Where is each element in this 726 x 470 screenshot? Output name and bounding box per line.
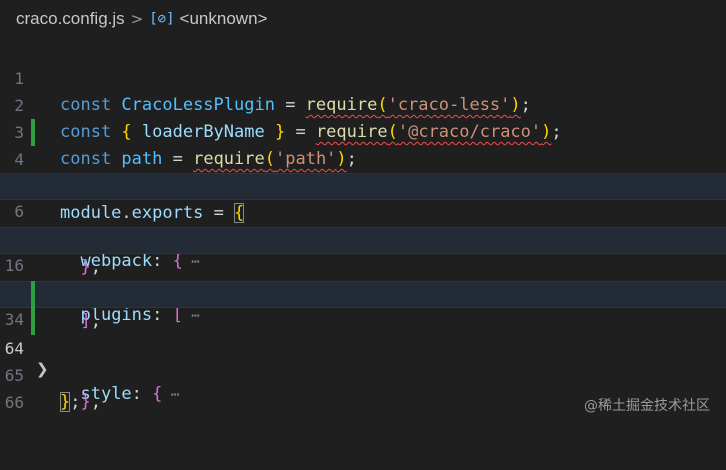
code-line-34[interactable]: 34 ❯ style: { ⋯	[0, 281, 726, 404]
line-number: 66	[4, 393, 24, 412]
code-line-3[interactable]: 3 const path = require('path');	[0, 92, 726, 169]
modified-gutter-marker	[31, 308, 35, 335]
breadcrumb-file[interactable]: craco.config.js	[16, 9, 125, 29]
code-line-33[interactable]: 33 ],	[0, 254, 726, 331]
code-token: }	[60, 392, 71, 412]
code-line-64[interactable]: 64 },	[0, 308, 726, 412]
code-line-1[interactable]: 1 const CracoLessPlugin = require('craco…	[0, 38, 726, 115]
code-line-65[interactable]: 65 };	[0, 335, 726, 412]
code-token: }	[80, 392, 91, 412]
code-line-66[interactable]: 66	[0, 362, 726, 412]
modified-gutter-marker	[31, 119, 35, 146]
line-code: };	[60, 389, 81, 416]
code-line-6[interactable]: 6 ❯ webpack: { ⋯	[0, 173, 726, 271]
breadcrumb: craco.config.js > [⊘] <unknown>	[0, 0, 726, 38]
code-line-4[interactable]: 4	[0, 119, 726, 169]
code-token: ;	[70, 392, 81, 412]
watermark: @稀土掘金技术社区	[584, 398, 710, 414]
code-line-2[interactable]: 2 const { loaderByName } = require('@cra…	[0, 65, 726, 142]
code-line-5[interactable]: 5 module.exports = {	[0, 146, 726, 223]
chevron-right-icon: >	[130, 10, 144, 28]
code-line-15[interactable]: 15 },	[0, 200, 726, 277]
breadcrumb-symbol[interactable]: <unknown>	[180, 9, 268, 29]
modified-gutter-marker	[31, 281, 35, 308]
symbol-icon: [⊘]	[149, 11, 175, 27]
code-editor[interactable]: 1 const CracoLessPlugin = require('craco…	[0, 38, 726, 429]
code-token: ⋯	[162, 387, 180, 403]
code-token: ,	[90, 392, 101, 412]
code-line-16[interactable]: 16 ❯ plugins: [ ⋯	[0, 227, 726, 325]
